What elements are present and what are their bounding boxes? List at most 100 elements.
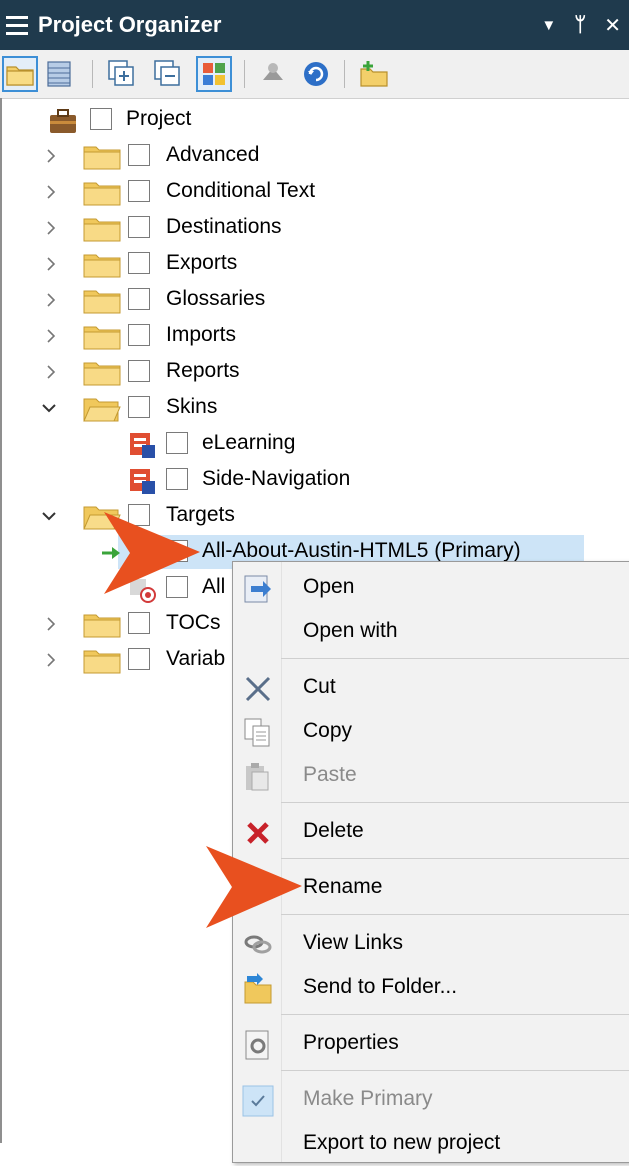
chevron-down-icon[interactable] bbox=[40, 507, 58, 525]
folder-icon bbox=[83, 326, 121, 350]
list-view-button[interactable] bbox=[42, 56, 78, 92]
tree-item[interactable]: Exports bbox=[0, 246, 629, 282]
tree-item[interactable]: Skins bbox=[0, 390, 629, 426]
tree-checkbox[interactable] bbox=[128, 324, 150, 346]
refresh-button[interactable] bbox=[298, 56, 334, 92]
new-folder-icon bbox=[360, 61, 388, 87]
tree-item-label: Reports bbox=[166, 359, 240, 382]
panel-menu-icon[interactable] bbox=[0, 0, 34, 50]
tree-checkbox[interactable] bbox=[128, 360, 150, 382]
color-button[interactable] bbox=[196, 56, 232, 92]
menu-separator bbox=[281, 1070, 629, 1071]
expand-all-button[interactable] bbox=[104, 56, 140, 92]
menu-item-label: Copy bbox=[303, 719, 353, 742]
close-icon[interactable]: ✕ bbox=[604, 13, 621, 38]
folder-icon bbox=[6, 66, 34, 86]
menu-item-paste[interactable]: Paste bbox=[233, 754, 629, 798]
tree-item-label: Side-Navigation bbox=[202, 467, 351, 490]
menu-item-label: Open with bbox=[303, 619, 398, 642]
folder-icon bbox=[83, 290, 121, 314]
menu-item-label: Open bbox=[303, 575, 355, 598]
callout-arrow bbox=[104, 512, 200, 594]
tree-item-project[interactable]: Project bbox=[0, 102, 629, 138]
tree-item[interactable]: Destinations bbox=[0, 210, 629, 246]
properties-icon bbox=[241, 1028, 275, 1067]
pin-icon[interactable]: ᛘ bbox=[574, 14, 586, 37]
tree-checkbox[interactable] bbox=[128, 612, 150, 634]
tree-checkbox[interactable] bbox=[166, 432, 188, 454]
new-folder-button[interactable] bbox=[356, 56, 392, 92]
toolbar-divider bbox=[244, 60, 245, 88]
links-icon bbox=[241, 928, 275, 967]
chevron-right-icon[interactable] bbox=[42, 183, 60, 201]
menu-item-open[interactable]: Open bbox=[233, 566, 629, 610]
folder-view-button[interactable] bbox=[2, 56, 38, 92]
collapse-all-button[interactable] bbox=[150, 56, 186, 92]
panel-title: Project Organizer bbox=[38, 12, 222, 37]
tree-checkbox[interactable] bbox=[128, 288, 150, 310]
tree-checkbox[interactable] bbox=[166, 468, 188, 490]
folder-icon bbox=[83, 182, 121, 206]
chevron-right-icon[interactable] bbox=[42, 219, 60, 237]
tree-item[interactable]: Advanced bbox=[0, 138, 629, 174]
menu-item-label: View Links bbox=[303, 931, 403, 954]
tree-item-label: Imports bbox=[166, 323, 237, 346]
tree-item-label: Variab bbox=[166, 647, 226, 670]
color-palette-icon bbox=[203, 63, 225, 85]
toolbar bbox=[0, 50, 629, 99]
menu-item-cut[interactable]: Cut bbox=[233, 666, 629, 710]
menu-item-copy[interactable]: Copy bbox=[233, 710, 629, 754]
menu-separator bbox=[281, 802, 629, 803]
tree-item[interactable]: Glossaries bbox=[0, 282, 629, 318]
tree-checkbox[interactable] bbox=[128, 216, 150, 238]
chevron-right-icon[interactable] bbox=[42, 615, 60, 633]
tree-item-label: All bbox=[202, 575, 226, 598]
callout-arrow-rename bbox=[206, 846, 302, 928]
chevron-right-icon[interactable] bbox=[42, 147, 60, 165]
menu-item-label: Send to Folder... bbox=[303, 975, 458, 998]
tree-item[interactable]: Reports bbox=[0, 354, 629, 390]
refresh-icon bbox=[304, 62, 328, 86]
scissors-icon bbox=[241, 672, 275, 711]
tree-item[interactable]: Conditional Text bbox=[0, 174, 629, 210]
menu-item-properties[interactable]: Properties bbox=[233, 1022, 629, 1066]
paste-icon bbox=[241, 760, 275, 799]
tree-checkbox[interactable] bbox=[128, 396, 150, 418]
menu-item-make-primary[interactable]: Make Primary bbox=[233, 1078, 629, 1122]
folder-icon bbox=[83, 254, 121, 278]
send-to-folder-icon bbox=[241, 972, 275, 1011]
tree-item[interactable]: Side-Navigation bbox=[0, 462, 629, 498]
tree-item[interactable]: Targets bbox=[0, 498, 629, 534]
menu-item-send-to-folder[interactable]: Send to Folder... bbox=[233, 966, 629, 1010]
tree-checkbox[interactable] bbox=[128, 180, 150, 202]
tree-checkbox[interactable] bbox=[90, 108, 112, 130]
tree-item[interactable]: eLearning bbox=[0, 426, 629, 462]
chevron-right-icon[interactable] bbox=[42, 291, 60, 309]
menu-item-export-to-new-project[interactable]: Export to new project bbox=[233, 1122, 629, 1166]
bind-button[interactable] bbox=[256, 56, 292, 92]
chevron-right-icon[interactable] bbox=[42, 363, 60, 381]
copy-icon bbox=[241, 716, 275, 755]
checkmark-icon bbox=[241, 1084, 275, 1123]
menu-item-label: Paste bbox=[303, 763, 357, 786]
chevron-down-icon[interactable] bbox=[40, 399, 58, 417]
menu-item-view-links[interactable]: View Links bbox=[233, 922, 629, 966]
menu-item-label: Cut bbox=[303, 675, 336, 698]
menu-item-label: Make Primary bbox=[303, 1087, 433, 1110]
tree-checkbox[interactable] bbox=[128, 648, 150, 670]
tree-checkbox[interactable] bbox=[128, 252, 150, 274]
tree-item-label: Project bbox=[126, 107, 192, 130]
chevron-right-icon[interactable] bbox=[42, 651, 60, 669]
briefcase-icon bbox=[50, 109, 76, 133]
chevron-right-icon[interactable] bbox=[42, 255, 60, 273]
tree-checkbox[interactable] bbox=[128, 144, 150, 166]
title-bar: Project Organizer ▼ ᛘ ✕ bbox=[0, 0, 629, 50]
chevron-right-icon[interactable] bbox=[42, 327, 60, 345]
folder-open-icon bbox=[83, 398, 121, 422]
folder-icon bbox=[83, 362, 121, 386]
folder-icon bbox=[83, 146, 121, 170]
menu-item-open-with[interactable]: Open with bbox=[233, 610, 629, 654]
tree-item[interactable]: Imports bbox=[0, 318, 629, 354]
dropdown-arrow-icon[interactable]: ▼ bbox=[541, 17, 556, 34]
menu-separator bbox=[281, 858, 629, 859]
